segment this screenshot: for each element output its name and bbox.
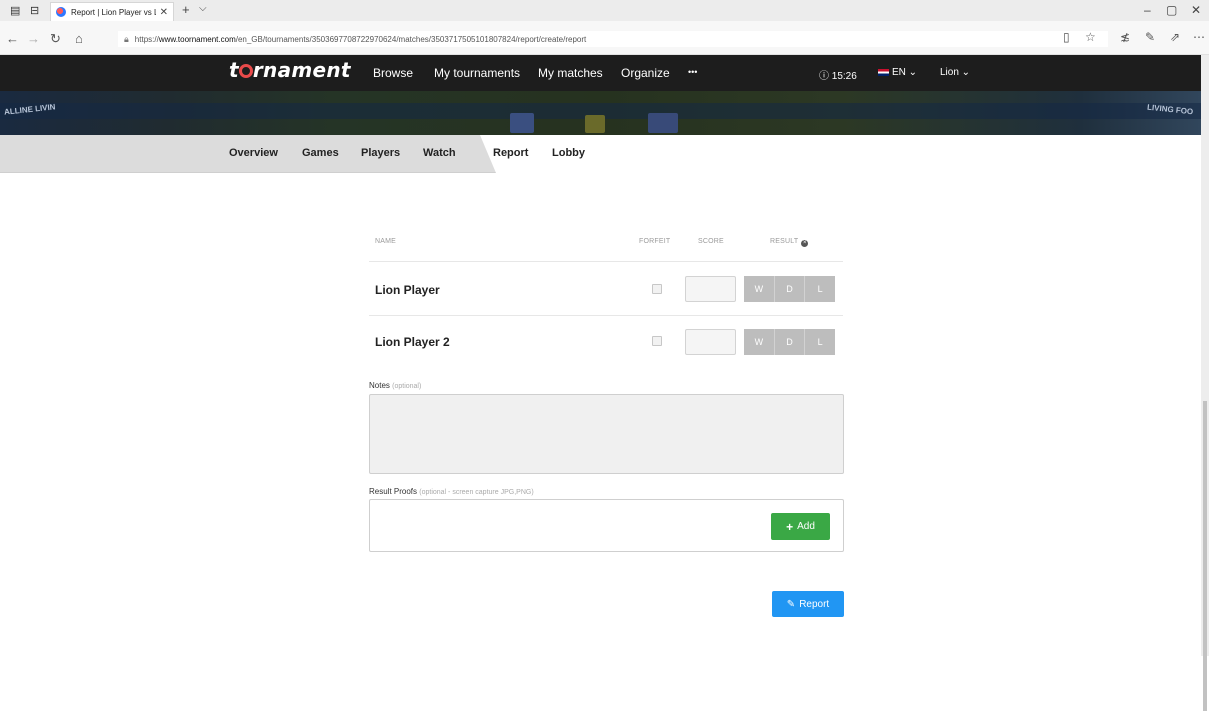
more-icon[interactable]: ⋯ <box>1193 30 1205 44</box>
tab-watch[interactable]: Watch <box>423 147 456 159</box>
add-button-label: Add <box>797 521 815 532</box>
plus-icon: + <box>786 519 794 534</box>
close-tab-icon[interactable]: ✕ <box>160 7 168 18</box>
menu-browse[interactable]: Browse <box>373 66 413 80</box>
scrollbar-thumb[interactable] <box>1203 401 1207 711</box>
logo-o-icon <box>238 64 253 78</box>
player-name: Lion Player <box>375 283 440 297</box>
banner-player-shape <box>648 113 678 133</box>
add-proof-button[interactable]: + Add <box>771 513 830 540</box>
url-field[interactable]: 🔒︎ https://www.toornament.com/en_GB/tour… <box>118 31 1108 47</box>
report-submit-button[interactable]: ✎ Report <box>772 591 844 617</box>
report-button-label: Report <box>799 598 830 610</box>
tournament-banner: ALLINE LIVIN LIVING FOO <box>0 91 1201 135</box>
divider <box>369 261 843 262</box>
forfeit-checkbox[interactable] <box>652 336 662 346</box>
url-prefix: https:// <box>134 34 159 44</box>
menu-organize[interactable]: Organize <box>621 66 670 80</box>
tab-lobby[interactable]: Lobby <box>552 147 585 159</box>
column-header-score: SCORE <box>698 238 724 245</box>
tab-actions-icon[interactable]: ▤ <box>10 4 20 17</box>
refresh-icon[interactable]: ↻ <box>50 31 61 47</box>
banner-player-shape <box>585 115 605 133</box>
tab-list-chevron-icon[interactable]: ⌵ <box>199 3 207 14</box>
toornament-logo[interactable]: t rnament <box>229 58 351 82</box>
column-header-result: RESULT × <box>770 238 809 247</box>
share-icon[interactable]: ⇗ <box>1170 30 1180 44</box>
active-tab-background <box>480 135 1201 173</box>
favorite-star-icon[interactable]: ☆ <box>1085 30 1096 44</box>
language-selector[interactable]: EN ⌄ <box>878 67 917 78</box>
browser-tabbar: ▤ ⊟ Report | Lion Player vs L ✕ + ⌵ – ▢ … <box>0 0 1209 21</box>
user-menu[interactable]: Lion ⌄ <box>940 67 970 78</box>
forward-icon[interactable]: → <box>27 31 40 46</box>
address-bar: ← → ↻ ⌂ 🔒︎ https://www.toornament.com/en… <box>0 21 1209 55</box>
banner-player-shape <box>510 113 534 133</box>
score-input[interactable] <box>685 276 736 302</box>
column-header-name: NAME <box>375 238 397 245</box>
new-tab-icon[interactable]: + <box>182 2 190 17</box>
tab-title: Report | Lion Player vs L <box>71 7 156 17</box>
uk-flag-icon <box>878 68 889 76</box>
tab-overview[interactable]: Overview <box>229 147 278 159</box>
proofs-hint: (optional - screen capture JPG,PNG) <box>419 489 534 496</box>
pencil-icon: ✎ <box>786 598 796 610</box>
logo-text-post: rnament <box>252 58 351 82</box>
tab-report[interactable]: Report <box>493 147 528 159</box>
loss-button[interactable]: L <box>805 276 836 302</box>
notes-label: Notes (optional) <box>369 381 421 390</box>
url-domain: www.toornament.com <box>158 34 236 44</box>
browser-tab[interactable]: Report | Lion Player vs L ✕ <box>50 2 174 21</box>
tab-games[interactable]: Games <box>302 147 339 159</box>
result-header-label: RESULT <box>770 238 799 245</box>
clock-time: ⓘ 15:26 <box>819 71 857 82</box>
close-window-icon[interactable]: ✕ <box>1191 3 1201 17</box>
reading-view-icon[interactable]: ▯ <box>1063 30 1070 44</box>
win-button[interactable]: W <box>744 276 775 302</box>
forfeit-checkbox[interactable] <box>652 284 662 294</box>
proofs-label: Result Proofs (optional - screen capture… <box>369 487 534 496</box>
minimize-icon[interactable]: – <box>1144 3 1151 17</box>
notes-label-text: Notes <box>369 381 390 390</box>
tab-players[interactable]: Players <box>361 147 400 159</box>
language-label: EN ⌄ <box>892 67 918 78</box>
score-input[interactable] <box>685 329 736 355</box>
result-button-group: W D L <box>744 329 836 355</box>
notes-hint: (optional) <box>392 383 422 390</box>
loss-button[interactable]: L <box>805 329 836 355</box>
set-aside-tabs-icon[interactable]: ⊟ <box>30 4 39 17</box>
menu-my-tournaments[interactable]: My tournaments <box>434 66 520 80</box>
proofs-label-text: Result Proofs <box>369 487 418 496</box>
menu-more-icon[interactable]: ••• <box>688 67 697 77</box>
win-button[interactable]: W <box>744 329 775 355</box>
draw-button[interactable]: D <box>774 329 806 355</box>
player-name: Lion Player 2 <box>375 335 450 349</box>
back-icon[interactable]: ← <box>6 31 19 46</box>
site-favicon-icon <box>56 7 66 17</box>
notes-textarea[interactable] <box>369 394 844 474</box>
close-circle-icon[interactable]: × <box>801 240 809 247</box>
column-header-forfeit: FORFEIT <box>639 238 671 245</box>
divider <box>369 315 843 316</box>
site-header: t rnament Browse My tournaments My matche… <box>0 55 1201 91</box>
lock-icon: 🔒︎ <box>124 33 129 44</box>
logo-text-pre: t <box>229 58 239 82</box>
home-icon[interactable]: ⌂ <box>75 31 83 46</box>
url-path: /en_GB/tournaments/3503697708722970624/m… <box>235 34 587 44</box>
draw-button[interactable]: D <box>774 276 806 302</box>
result-button-group: W D L <box>744 276 836 302</box>
menu-my-matches[interactable]: My matches <box>538 66 603 80</box>
restore-icon[interactable]: ▢ <box>1166 3 1177 17</box>
tournament-subnav: Overview Games Players Watch Report Lobb… <box>0 135 1201 173</box>
favorites-hub-icon[interactable]: ≴ <box>1120 30 1130 44</box>
web-note-icon[interactable]: ✎ <box>1145 30 1155 44</box>
page-scrollbar[interactable] <box>1201 55 1209 711</box>
